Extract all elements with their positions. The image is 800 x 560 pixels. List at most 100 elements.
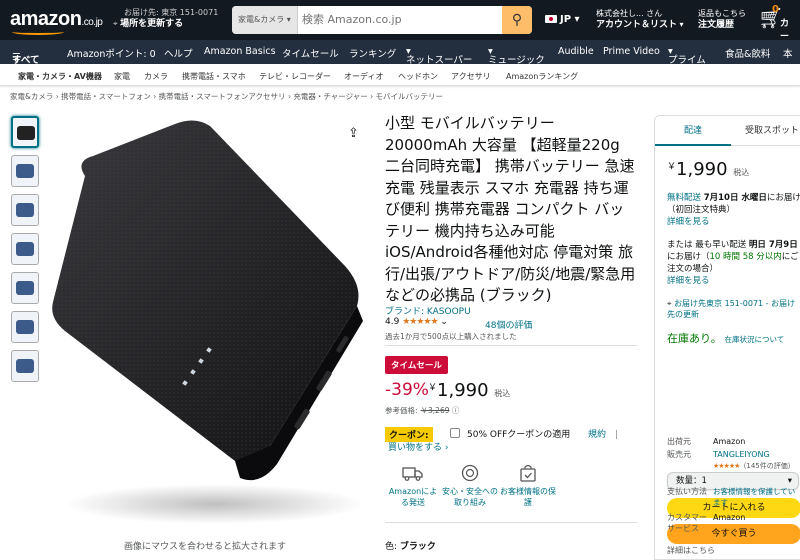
main-nav: ☰ すべて Amazonポイント: 0 ヘルプ Amazon Basics タイ… [0,40,800,64]
stock-status: 在庫あり。 在庫状況について [667,332,785,345]
thumbnail-1[interactable] [11,116,39,148]
account-menu[interactable]: 株式会社し... さん アカウント＆リスト ▾ [596,8,684,31]
seller-label: 販売元 [667,450,691,459]
nav-primevideo[interactable]: Prime Video [603,46,660,57]
japan-flag-icon [545,15,557,23]
deliver-line1: お届け先: 東京 151-0071 [124,8,219,17]
free-delivery-link[interactable]: 無料配送 [667,193,701,203]
reviews-link[interactable]: 48個の評価 [485,318,532,331]
subnav-camera[interactable]: カメラ [144,71,168,82]
thumbnail-4[interactable] [11,233,39,265]
search-button[interactable]: ⚲ [502,6,532,34]
subnav-tv[interactable]: テレビ・レコーダー [259,71,331,82]
nav-prime[interactable]: プライム ▾ [668,46,706,64]
cart-count: 0 [772,4,779,15]
payment-label: 支払い方法 [667,487,707,496]
top-header: amazon.co.jp お届け先: 東京 151-0071 ⌖ 場所を更新する… [0,0,800,55]
logo-smile [12,29,64,35]
language-selector[interactable]: JP ▾ [545,14,580,25]
brand-link[interactable]: ブランド: KASOOPU [385,304,471,317]
sub-nav: 家電・カメラ・AV機器 家電 カメラ 携帯電話・スマホ テレビ・レコーダー オー… [0,64,800,86]
subnav-phones[interactable]: 携帯電話・スマホ [182,71,246,82]
cs-value: Amazon [713,513,746,522]
nav-netsuper[interactable]: ネットスーパー ▾ [406,46,472,64]
thumbnail-7[interactable] [11,350,39,382]
image-zoom-caption: 画像にマウスを合わせると拡大されます [124,542,287,552]
feature-amazon-shipping[interactable]: Amazonによる発送 [385,464,441,508]
payment-link[interactable]: お客様情報を保護しています [713,486,800,508]
more-details-link[interactable]: 詳細はこちら [667,545,715,556]
nav-timesale[interactable]: タイムセール [282,46,339,60]
search-category-select[interactable]: 家電&カメラ ▾ [232,6,298,34]
nav-food[interactable]: 食品&飲料 [725,46,770,60]
tab-pickup[interactable]: 受取スポット [731,116,800,146]
nav-audible[interactable]: Audible [558,46,594,57]
orders-link[interactable]: 返品もこちら 注文履歴 [698,8,746,31]
delivery-location[interactable]: ⌖ お届け先東京 151-0071 - お届け先の更新 [667,298,800,320]
tab-delivery[interactable]: 配達 [655,116,731,146]
coupon-shop-link[interactable]: 買い物をする › [388,440,448,453]
seller-info: TANGLEIYONG ★★★★★（145件の評価） [713,450,795,470]
delivery-info: 無料配送 7月10日 水曜日にお届け（初回注文特典） 詳細を見る [667,193,800,228]
product-image[interactable] [45,116,370,536]
nav-music[interactable]: ミュージック ▾ [488,46,545,64]
nav-basics[interactable]: Amazon Basics [204,46,276,57]
bought-count: 過去1か月で500点以上購入されました [385,332,517,341]
reference-price: 参考価格: ￥3,269 ⓘ [385,406,460,415]
thumbnail-6[interactable] [11,311,39,343]
subnav-headphones[interactable]: ヘッドホン [398,71,438,82]
buy-box: 配達 受取スポット ￥1,990 税込 無料配送 7月10日 水曜日にお届け（初… [654,115,800,560]
subnav-accessories[interactable]: アクセサリ [451,71,491,82]
thumbnail-2[interactable] [11,155,39,187]
shipper-label: 出荷元 [667,437,691,446]
breadcrumb[interactable]: 家電&カメラ › 携帯電話・スマートフォン › 携帯電話・スマートフォンアクセサ… [10,91,443,102]
subnav-ranking[interactable]: Amazonランキング [506,71,578,82]
divider [385,345,637,346]
thumbnail-5[interactable] [11,272,39,304]
secure-bag-icon [520,464,536,482]
cs-label: カスタマーサービス [667,513,707,533]
discount-percent: -39% [385,380,429,400]
star-rating-icon: ★★★★★ [402,317,438,327]
thumbnail-3[interactable] [11,194,39,226]
nav-points[interactable]: Amazonポイント: 0 [67,46,156,60]
safety-badge-icon [461,464,479,482]
nav-ranking[interactable]: ランキング [349,46,396,60]
color-selection: 色: ブラック [385,542,436,552]
feature-safety[interactable]: 安心・安全への取り組み [442,464,498,508]
amazon-logo[interactable]: amazon.co.jp [10,8,103,31]
search-input[interactable] [302,6,502,34]
thumbnail-strip [11,116,39,389]
info-icon[interactable]: ⓘ [452,406,460,415]
nav-help[interactable]: ヘルプ [164,46,193,60]
coupon-checkbox[interactable] [450,428,460,438]
feature-privacy[interactable]: お客様情報の保護 [500,464,556,508]
search-icon: ⚲ [511,12,523,28]
rating-value: 4.9 [385,317,400,327]
details-link[interactable]: 詳細を見る [667,216,800,228]
rating-summary[interactable]: 4.9 ★★★★★ ⌄ [385,317,448,327]
buybox-price: ￥1,990 税込 [667,159,750,180]
seller-link[interactable]: TANGLEIYONG [713,450,770,459]
product-price: ￥1,990 税込 [428,380,511,401]
search-bar: 家電&カメラ ▾ ⚲ [232,6,532,34]
coupon-terms-link[interactable]: 規約 | [588,427,618,440]
deliver-to[interactable]: お届け先: 東京 151-0071 ⌖ 場所を更新する [113,7,218,30]
cart-button[interactable]: 🛒︎ 0 カート [758,4,789,55]
divider [385,522,637,523]
delivery-tabs: 配達 受取スポット [655,116,800,146]
details-link-2[interactable]: 詳細を見る [667,275,800,287]
product-title: 小型 モバイルバッテリー 20000mAh 大容量 【超軽量220g 二台同時充… [385,114,636,304]
subnav-appliances[interactable]: 家電 [114,71,130,82]
location-pin-icon: ⌖ [113,19,118,28]
shipper-value: Amazon [713,437,746,446]
subnav-audio[interactable]: オーディオ [344,71,383,82]
timesale-badge: タイムセール [385,356,448,374]
share-icon[interactable]: ⇪ [348,126,359,141]
delivery-truck-icon [402,467,423,481]
nav-books[interactable]: 本 [783,46,793,60]
coupon-text: 50% OFFクーポンの適用 [467,430,571,440]
fastest-delivery-info: または 最も早い配送 明日 7月9日にお届け（10 時間 58 分以内にご注文の… [667,239,800,287]
chevron-down-icon: ⌄ [440,317,448,327]
subnav-electronics[interactable]: 家電・カメラ・AV機器 [18,71,102,82]
